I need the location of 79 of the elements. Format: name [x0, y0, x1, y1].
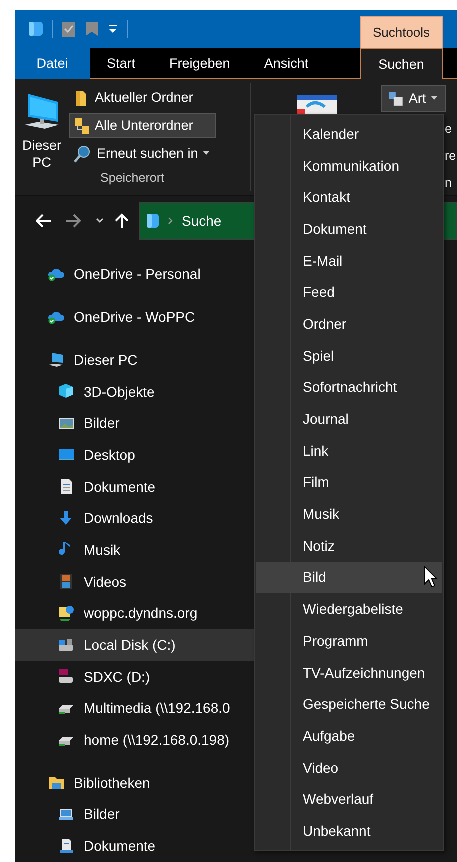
ribbon-tab[interactable]: Ansicht [247, 48, 326, 79]
menu-item[interactable]: Film [256, 466, 442, 498]
menu-item[interactable]: Sofortnachricht [256, 372, 442, 404]
menu-item[interactable]: Feed [256, 276, 442, 308]
ribbon-button[interactable]: Aktueller Ordner [69, 85, 216, 110]
menu-item[interactable]: Notiz [256, 530, 442, 562]
drive-icon [58, 636, 75, 654]
navigation-item[interactable]: Musik [15, 534, 255, 566]
navigation-item[interactable]: Dieser PC [15, 344, 255, 376]
ribbon-button[interactable]: Alle Unterordner [69, 113, 216, 138]
menu-item[interactable]: Aufgabe [256, 720, 442, 752]
cube-icon [58, 383, 75, 400]
navigation-item[interactable]: Dokumente [15, 470, 255, 502]
navigation-item[interactable]: OneDrive - Personal [15, 258, 255, 290]
menu-item[interactable]: E-Mail [256, 244, 442, 276]
document-library-icon [58, 838, 75, 855]
navigation-item[interactable]: Bilder [15, 798, 255, 830]
navigation-item[interactable]: Bilder [15, 407, 255, 440]
navigation-item[interactable]: 3D-Objekte [15, 376, 255, 408]
menu-item[interactable]: Bild [256, 562, 442, 594]
navigation-item[interactable]: Desktop [15, 439, 255, 471]
menu-item[interactable]: Journal [256, 403, 442, 435]
subfolders-icon [74, 116, 90, 134]
back-arrow-icon [36, 214, 52, 228]
menu-item[interactable]: Gespeicherte Suche [256, 688, 442, 720]
navigation-item[interactable]: Bibliotheken [15, 766, 255, 799]
ribbon-button[interactable]: Erneut suchen in [69, 141, 216, 166]
navigation-item[interactable]: Videos [15, 566, 255, 598]
mouse-pointer-icon [424, 566, 438, 588]
menu-item[interactable]: Video [256, 752, 442, 784]
chevron-down-icon [96, 218, 104, 224]
contextual-tab-label: Suchtools [360, 16, 443, 48]
navigation-item[interactable]: Dokumente [15, 830, 255, 862]
menu-item[interactable]: Wiedergabeliste [256, 593, 442, 625]
library-folder-icon [48, 774, 65, 792]
search-folder-icon [74, 144, 92, 162]
forward-arrow-icon [65, 214, 81, 228]
this-pc-button[interactable]: Dieser PC [15, 83, 69, 171]
navigation-item[interactable]: OneDrive - WoPPC [15, 301, 255, 333]
menu-item[interactable]: TV-Aufzeichnungen [256, 656, 442, 688]
file-tab[interactable]: Datei [15, 48, 90, 79]
menu-item[interactable]: Kalender [256, 118, 442, 150]
navigation-item[interactable]: Local Disk (C:) [15, 629, 255, 661]
ribbon-tab[interactable]: Freigeben [152, 48, 248, 79]
desktop-icon [58, 446, 75, 464]
navigation-item[interactable]: woppc.dyndns.org [15, 598, 255, 630]
caret-icon [431, 96, 439, 102]
menu-item[interactable]: Spiel [256, 340, 442, 372]
type-dropdown-button[interactable]: Art [381, 85, 446, 112]
network-location-icon [58, 604, 75, 622]
ribbon-label: n [445, 176, 453, 190]
checklist-icon [61, 21, 77, 37]
type-icon [388, 90, 404, 106]
menu-item[interactable]: Programm [256, 625, 442, 657]
bookmark-icon [85, 21, 99, 37]
ribbon-label: re [445, 149, 456, 163]
menu-item[interactable]: Link [256, 434, 442, 467]
menu-item[interactable]: Musik [256, 498, 442, 530]
ribbon-label: e [445, 122, 453, 136]
navigation-item[interactable]: SDXC (D:) [15, 660, 255, 693]
download-arrow-icon [58, 510, 75, 527]
group-label: Speicherort [100, 171, 166, 187]
menu-item[interactable]: Dokument [256, 213, 442, 245]
menu-item[interactable]: Webverlauf [256, 783, 442, 816]
document-icon [58, 478, 75, 496]
navigation-item[interactable]: Multimedia (\\192.168.0 [15, 692, 255, 724]
navigation-item[interactable]: home (\\192.168.0.198) [15, 724, 255, 756]
ribbon-tab[interactable]: Suchen [360, 48, 443, 80]
up-arrow-icon [115, 213, 129, 230]
chevron-right-icon [168, 217, 174, 226]
navigation-item[interactable]: Downloads [15, 502, 255, 534]
computer-icon [48, 351, 65, 368]
menu-item[interactable]: Kontakt [256, 181, 442, 214]
menu-item[interactable]: Kommunikation [256, 150, 442, 182]
film-icon [58, 573, 75, 590]
menu-item[interactable]: Ordner [256, 308, 442, 340]
dropdown-icon [107, 23, 119, 35]
menu-item[interactable]: Unbekannt [256, 815, 442, 847]
ribbon-tab[interactable]: Start [90, 48, 153, 79]
